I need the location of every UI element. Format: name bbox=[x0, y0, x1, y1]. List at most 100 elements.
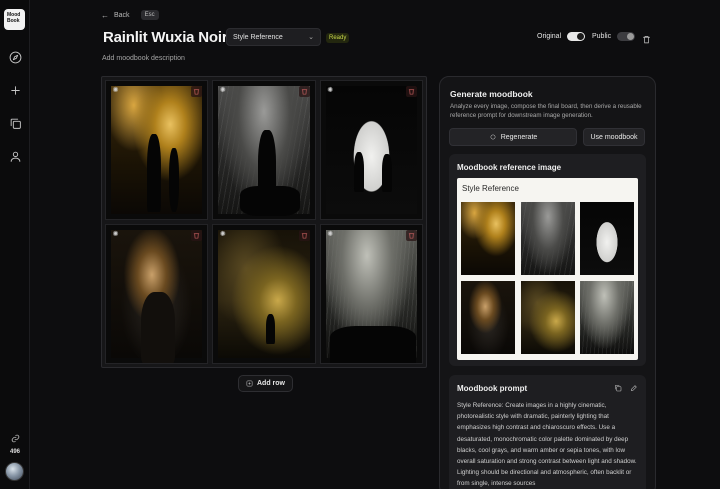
sidebar: Mood Book 496 bbox=[0, 0, 30, 489]
reference-sheet[interactable]: Style Reference bbox=[457, 178, 638, 360]
regenerate-button[interactable]: Regenerate bbox=[449, 128, 577, 146]
panel-subtitle: Analyze every image, compose the final b… bbox=[450, 103, 642, 119]
delete-image-button[interactable] bbox=[406, 86, 417, 97]
reference-thumbnail bbox=[521, 202, 575, 275]
status-badge: Ready bbox=[326, 33, 350, 43]
copy-icon[interactable] bbox=[614, 384, 622, 392]
trash-icon bbox=[194, 89, 200, 95]
original-toggle[interactable] bbox=[567, 32, 586, 41]
copy-icon bbox=[10, 118, 21, 129]
delete-image-button[interactable] bbox=[298, 230, 310, 241]
prompt-actions bbox=[614, 384, 638, 392]
plus-square-icon bbox=[246, 380, 253, 387]
back-button[interactable]: ← Back Esc bbox=[101, 10, 159, 20]
user-icon bbox=[10, 151, 20, 162]
chevron-down-icon: ⌄ bbox=[308, 34, 314, 41]
reference-thumbnail bbox=[461, 202, 515, 275]
prompt-card: Moodbook prompt Style Reference: Create … bbox=[449, 375, 646, 489]
trash-icon bbox=[194, 233, 200, 239]
reference-thumbnail bbox=[580, 281, 634, 354]
moodboard-image bbox=[325, 230, 417, 363]
sparkle-icon bbox=[489, 134, 496, 140]
toggle-knob bbox=[627, 33, 635, 40]
use-moodbook-button[interactable]: Use moodbook bbox=[583, 128, 645, 146]
public-toggle-group: Public bbox=[592, 32, 636, 41]
compass-icon bbox=[9, 51, 21, 63]
style-select[interactable]: Style Reference ⌄ bbox=[226, 28, 321, 46]
moodboard-tile[interactable]: ✺ bbox=[212, 224, 316, 364]
esc-shortcut-badge: Esc bbox=[140, 10, 159, 20]
edit-icon[interactable] bbox=[630, 384, 638, 392]
public-label: Public bbox=[592, 33, 612, 40]
plus-icon bbox=[10, 85, 20, 95]
regenerate-label: Regenerate bbox=[500, 133, 538, 141]
trash-icon bbox=[643, 36, 650, 44]
sheet-label: Style Reference bbox=[462, 184, 519, 193]
figure-silhouette bbox=[353, 152, 364, 192]
credits-counter[interactable]: 496 bbox=[0, 430, 30, 455]
page-title[interactable]: Rainlit Wuxia Noir bbox=[103, 29, 228, 46]
sidebar-profile-button[interactable] bbox=[6, 147, 24, 165]
panel-title: Generate moodbook bbox=[450, 89, 533, 99]
arrow-left-icon: ← bbox=[101, 10, 109, 20]
reference-card-title: Moodbook reference image bbox=[457, 163, 562, 172]
figure-silhouette bbox=[141, 292, 175, 363]
original-toggle-group: Original bbox=[537, 32, 586, 41]
delete-image-button[interactable] bbox=[191, 230, 203, 241]
moodboard-image bbox=[111, 230, 203, 363]
back-label: Back bbox=[114, 11, 130, 19]
sparkle-icon[interactable]: ✺ bbox=[326, 86, 335, 95]
toggle-knob bbox=[577, 33, 585, 40]
style-select-value: Style Reference bbox=[233, 33, 283, 41]
reference-image-card: Moodbook reference image Style Reference bbox=[449, 154, 646, 366]
moodboard-tile[interactable]: ✺ bbox=[105, 224, 209, 364]
sparkle-icon[interactable]: ✺ bbox=[111, 230, 120, 239]
moodboard-image bbox=[218, 86, 310, 216]
sidebar-create-button[interactable] bbox=[6, 81, 24, 99]
moodboard-grid: ✺ ✺ ✺ ✺ ✺ ✺ bbox=[101, 76, 427, 368]
trash-icon bbox=[408, 233, 415, 239]
delete-moodbook-button[interactable] bbox=[642, 31, 652, 44]
prompt-card-title: Moodbook prompt bbox=[457, 384, 528, 393]
moodboard-image bbox=[325, 86, 417, 214]
sparkle-icon[interactable]: ✺ bbox=[326, 230, 335, 239]
figure-silhouette bbox=[147, 134, 161, 212]
delete-image-button[interactable] bbox=[298, 86, 310, 97]
trash-icon bbox=[408, 89, 415, 95]
original-label: Original bbox=[537, 33, 562, 40]
figure-silhouette bbox=[381, 154, 392, 192]
sparkle-icon[interactable]: ✺ bbox=[111, 86, 120, 95]
sparkle-icon[interactable]: ✺ bbox=[218, 86, 227, 95]
moodboard-image bbox=[218, 230, 310, 358]
description-input[interactable]: Add moodbook description bbox=[102, 55, 185, 62]
trash-icon bbox=[301, 89, 307, 95]
add-row-label: Add row bbox=[257, 380, 285, 387]
public-toggle[interactable] bbox=[617, 32, 636, 41]
sparkle-icon[interactable]: ✺ bbox=[218, 230, 227, 239]
moodboard-tile[interactable]: ✺ bbox=[319, 80, 423, 220]
moodboard-tile[interactable]: ✺ bbox=[319, 224, 423, 364]
credits-value: 496 bbox=[9, 449, 20, 455]
delete-image-button[interactable] bbox=[406, 230, 417, 241]
logo-line-2: Book bbox=[7, 17, 20, 24]
figure-silhouette bbox=[169, 148, 179, 212]
moodboard-image bbox=[111, 86, 203, 214]
crowd-silhouette bbox=[329, 326, 416, 363]
figure-silhouette bbox=[240, 186, 301, 216]
app-logo[interactable]: Mood Book bbox=[4, 9, 25, 30]
delete-image-button[interactable] bbox=[191, 86, 203, 97]
reference-thumbnail bbox=[461, 281, 515, 354]
figure-silhouette bbox=[266, 314, 276, 344]
reference-thumbnail bbox=[580, 202, 634, 275]
moodboard-tile[interactable]: ✺ bbox=[105, 80, 209, 220]
add-row-button[interactable]: Add row bbox=[238, 375, 293, 392]
sidebar-explore-button[interactable] bbox=[6, 48, 24, 66]
trash-icon bbox=[301, 233, 307, 239]
moodboard-tile[interactable]: ✺ bbox=[212, 80, 316, 220]
prompt-text[interactable]: Style Reference: Create images in a high… bbox=[457, 400, 639, 489]
link-icon bbox=[11, 434, 19, 443]
generate-panel: Generate moodbook Analyze every image, c… bbox=[439, 76, 656, 489]
sidebar-library-button[interactable] bbox=[6, 114, 24, 132]
reference-thumbnail bbox=[521, 281, 575, 354]
avatar[interactable] bbox=[5, 462, 24, 481]
